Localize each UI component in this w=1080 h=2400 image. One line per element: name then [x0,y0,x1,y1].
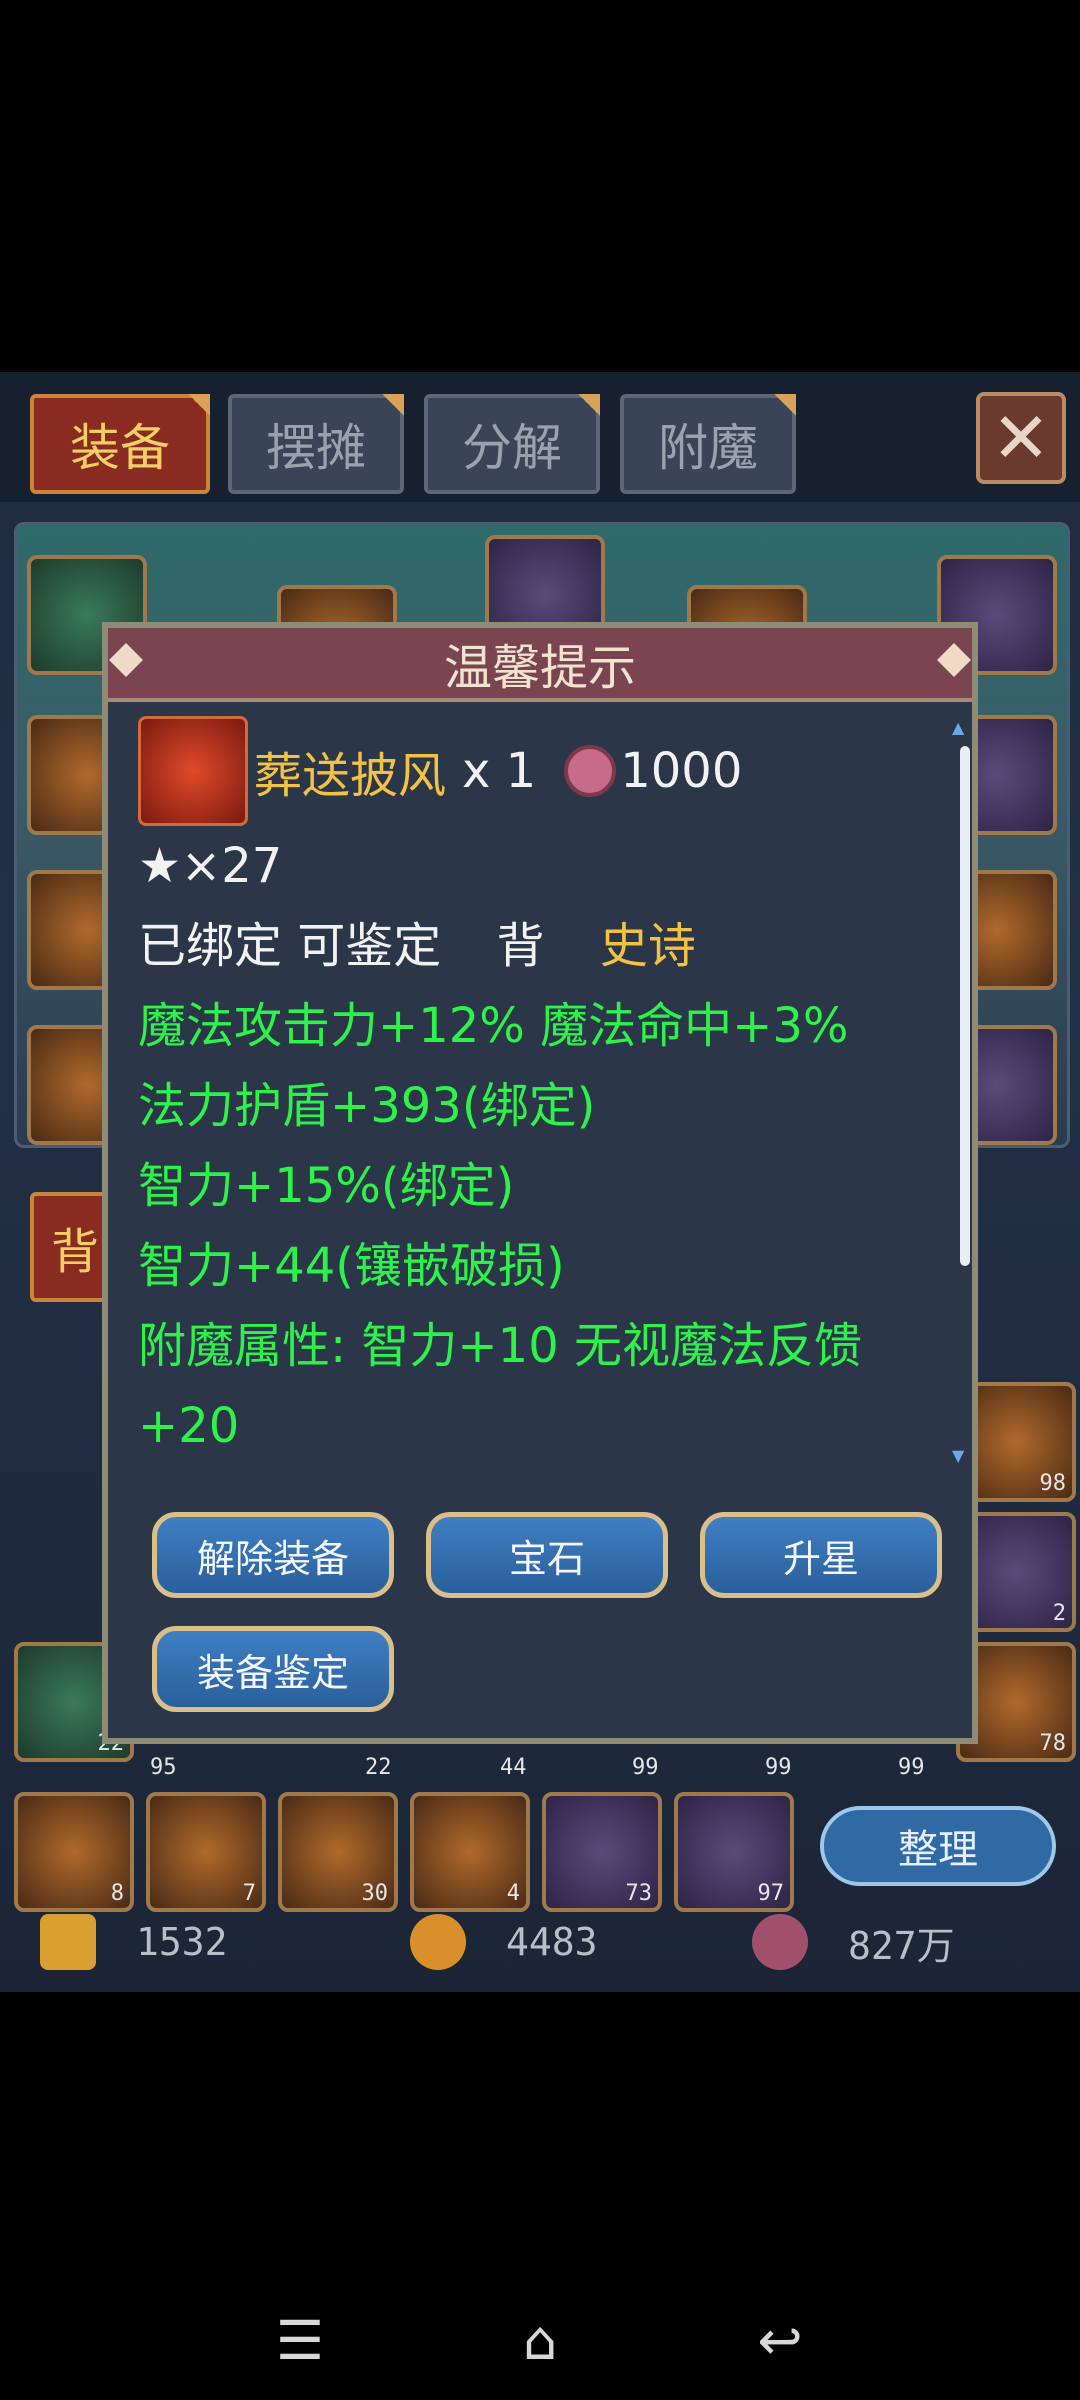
tab-enchant[interactable]: 附魔 [620,394,796,494]
item-quantity: 73 [625,1881,653,1906]
scroll-up-icon[interactable]: ▲ [952,718,970,737]
button-label: 解除装备 [196,1536,349,1581]
bag-slot[interactable]: 4 [410,1792,530,1912]
item-quantity: 78 [1039,1731,1067,1756]
tab-decompose[interactable]: 分解 [424,394,600,494]
gold-amount: 1532 [136,1920,228,1964]
tab-stall[interactable]: 摆摊 [228,394,404,494]
close-button[interactable]: ✕ [976,392,1066,484]
attribute-line: 附魔属性: 智力+10 无视魔法反馈 [138,1318,862,1374]
tab-label: 背 [50,1224,99,1280]
leaf-amount: 4483 [506,1920,598,1964]
bag-slot[interactable]: 73 [542,1792,662,1912]
diamond-ornament-icon [937,643,971,677]
item-quantity: 2 [1052,1601,1066,1626]
item-rarity: 史诗 [599,918,696,974]
tab-label: 摆摊 [266,419,366,477]
attribute-line: 魔法攻击力+12% 魔法命中+3% [138,998,849,1054]
coin-amount: 827万 [848,1923,955,1968]
button-label: 升星 [782,1536,859,1581]
item-status-line: 已绑定 可鉴定 背 史诗 [138,906,938,986]
item-details: 葬送披风 x 1 1000 ★×27 已绑定 可鉴定 背 史诗 魔法攻击力+12… [138,716,938,1466]
bag-row-quantities: 95 22 44 99 99 99 [150,1752,970,1782]
cloak-icon [138,716,248,826]
tab-label: 装备 [70,419,170,477]
item-count: x 1 [462,743,537,799]
item-quantity: 7 [242,1881,256,1906]
gold-bar-icon [40,1914,96,1970]
tip-dialog: 温馨提示 葬送披风 x 1 1000 ★×27 已绑定 可鉴定 背 史诗 魔法攻… [102,622,978,1744]
identify-button[interactable]: 装备鉴定 [152,1626,394,1712]
item-quantity: 98 [1039,1471,1067,1496]
bag-slot[interactable]: 30 [278,1792,398,1912]
item-quantity: 99 [765,1755,792,1780]
button-label: 装备鉴定 [196,1650,349,1695]
star-level: ★×27 [138,838,283,894]
sort-button[interactable]: 整理 [820,1806,1056,1886]
sort-label: 整理 [898,1827,978,1873]
item-quantity: 30 [361,1881,389,1906]
coin-icon [752,1914,808,1970]
item-header: 葬送披风 x 1 1000 [138,716,938,826]
item-quantity: 44 [500,1755,527,1780]
leaf-icon [410,1914,466,1970]
attribute-line: 智力+15%(绑定) [138,1158,515,1214]
attribute-line: +20 [138,1398,240,1454]
star-up-button[interactable]: 升星 [700,1512,942,1598]
unequip-button[interactable]: 解除装备 [152,1512,394,1598]
scroll-down-icon[interactable]: ▼ [952,1446,970,1465]
tab-bar: 装备 摆摊 分解 附魔 ✕ [0,372,1080,502]
scrollbar[interactable] [960,746,970,1266]
item-name: 葬送披风 [254,748,447,804]
system-nav-bar: ☰ ⌂ ↩ [0,2280,1080,2400]
attribute-line: 法力护盾+393(绑定) [138,1078,596,1134]
menu-icon[interactable]: ☰ [260,2300,340,2380]
tab-label: 附魔 [658,419,758,477]
bag-slot[interactable]: 97 [674,1792,794,1912]
tab-equipment[interactable]: 装备 [30,394,210,494]
home-icon[interactable]: ⌂ [500,2300,580,2380]
currency-coin: 827万 [752,1902,955,1982]
diamond-ornament-icon [109,643,143,677]
currency-leaf: 4483 [410,1902,598,1982]
item-price: 1000 [620,743,743,799]
bag-slot[interactable]: 7 [146,1792,266,1912]
item-quantity: 99 [632,1755,659,1780]
button-label: 宝石 [508,1536,585,1581]
gem-button[interactable]: 宝石 [426,1512,668,1598]
equip-slot-type: 背 [496,918,545,974]
close-icon: ✕ [991,397,1051,479]
currency-gold: 1532 [40,1902,228,1982]
dialog-title-bar: 温馨提示 [108,628,972,702]
item-quantity: 99 [898,1755,925,1780]
bag-slot[interactable]: 8 [14,1792,134,1912]
item-quantity: 95 [150,1755,177,1780]
coin-icon [564,745,617,797]
dialog-title: 温馨提示 [443,640,636,696]
item-quantity: 22 [365,1755,392,1780]
back-icon[interactable]: ↩ [740,2300,820,2380]
tab-label: 分解 [462,419,562,477]
attribute-line: 智力+44(镶嵌破损) [138,1238,565,1294]
bind-status: 已绑定 可鉴定 [138,918,442,974]
